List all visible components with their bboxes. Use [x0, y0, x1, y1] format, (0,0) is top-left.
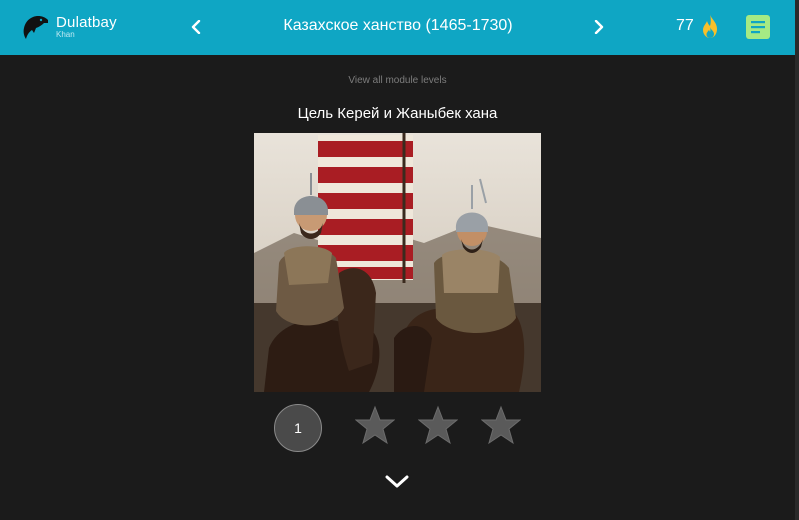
streak-count: 77: [676, 17, 694, 34]
chevron-down-icon: [385, 475, 409, 488]
star-icon: [418, 405, 458, 445]
expand-button[interactable]: [384, 472, 410, 492]
level-number-badge[interactable]: 1: [274, 404, 322, 452]
module-title: Казахское ханство (1465-1730): [283, 17, 513, 34]
previous-module-button[interactable]: [183, 14, 209, 40]
flame-icon: [698, 13, 722, 39]
streak-counter: 77: [676, 13, 722, 39]
brand-subtitle: Khan: [56, 30, 75, 39]
notes-button[interactable]: [746, 15, 770, 39]
eagle-head-icon: [23, 16, 48, 39]
notes-icon: [746, 15, 770, 39]
level-image[interactable]: [254, 133, 541, 392]
next-module-button[interactable]: [586, 14, 612, 40]
app-logo[interactable]: Dulatbay Khan: [22, 13, 122, 41]
top-bar: Dulatbay Khan Казахское ханство (1465-17…: [0, 0, 795, 55]
app-window: Dulatbay Khan Казахское ханство (1465-17…: [0, 0, 799, 520]
star-icon: [355, 405, 395, 445]
chevron-right-icon: [594, 20, 604, 34]
star-icon: [481, 405, 521, 445]
brand: Dulatbay Khan: [56, 15, 117, 39]
chevron-left-icon: [191, 20, 201, 34]
brand-name: Dulatbay: [56, 14, 117, 31]
view-all-levels-link[interactable]: View all module levels: [0, 75, 795, 86]
warriors-on-horseback-illustration: [254, 133, 541, 392]
level-title: Цель Керей и Жаныбек хана: [297, 105, 498, 122]
